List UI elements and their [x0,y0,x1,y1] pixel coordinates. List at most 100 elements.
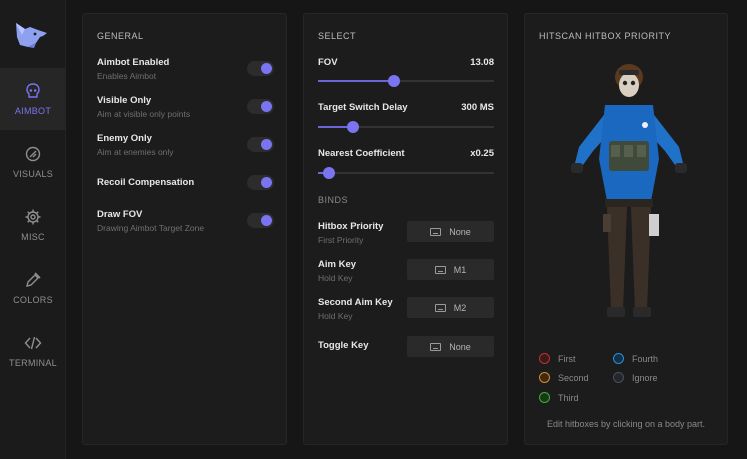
eyedropper-icon [26,272,41,287]
gear-icon [25,209,41,225]
bind-second-aim-key: Second Aim Key Hold Key M2 [318,297,494,321]
fov-slider[interactable] [318,75,494,87]
hitbox-priority-bind-button[interactable]: None [407,221,494,242]
bind-value: M1 [453,264,467,275]
panel-title: HITSCAN HITBOX PRIORITY [539,31,672,41]
toggle-knob [261,139,272,150]
panel-title: GENERAL [97,31,144,41]
recoil-compensation-toggle[interactable] [247,175,274,190]
keyboard-icon [430,342,442,351]
nearest-coefficient-slider-row: Nearest Coefficient x0.25 [318,148,494,179]
aimbot-enabled-toggle[interactable] [247,61,274,76]
toggle-knob [261,63,272,74]
sidebar: AIMBOT VISUALS MISC COLORS TERMINAL [0,0,66,459]
legend-label: Second [558,372,589,383]
right-glove [675,163,687,173]
sidebar-item-label: MISC [21,232,45,242]
legend-label: Third [558,392,579,403]
bind-value: None [449,226,471,237]
visible-only-toggle[interactable] [247,99,274,114]
aim-key-bind-button[interactable]: M1 [407,259,494,280]
setting-recoil-compensation: Recoil Compensation [97,175,274,190]
sidebar-item-aimbot[interactable]: AIMBOT [0,68,66,130]
sidebar-item-label: VISUALS [12,169,54,179]
setting-desc: Enables Aimbot [97,71,157,81]
setting-aimbot-enabled: Aimbot Enabled Enables Aimbot [97,57,274,81]
second-aim-key-bind-button[interactable]: M2 [407,297,494,318]
slider-thumb[interactable] [387,75,400,87]
setting-visible-only: Visible Only Aim at visible only points [97,95,274,119]
legend-dot [613,372,624,383]
hitbox-right-leg[interactable] [631,207,651,309]
setting-desc: Drawing Aimbot Target Zone [97,223,205,233]
bind-toggle-key: Toggle Key None [318,336,494,357]
toggle-key-bind-button[interactable]: None [407,336,494,357]
mask-eye [630,80,636,86]
skull-icon [26,83,40,98]
legend-first[interactable]: First [539,353,576,364]
legend-dot [539,392,550,403]
nearest-coefficient-slider[interactable] [318,167,494,179]
select-panel: SELECT FOV 13.08 Target Switch Delay 300… [303,13,508,445]
keyboard-icon [430,227,442,236]
sidebar-item-visuals[interactable]: VISUALS [0,131,66,193]
legend-second[interactable]: Second [539,372,589,383]
fov-slider-row: FOV 13.08 [318,57,494,87]
wolf-logo-icon [16,23,47,48]
toggle-knob [261,177,272,188]
general-panel: GENERAL Aimbot Enabled Enables Aimbot Vi… [82,13,287,445]
slider-label: FOV [318,57,338,68]
vest-pouch [637,145,646,157]
sidebar-item-label: AIMBOT [14,106,52,116]
legend-dot [539,353,550,364]
sidebar-item-colors[interactable]: COLORS [0,257,66,319]
goggles [619,70,639,75]
vest-pouch [624,145,633,157]
sidebar-item-terminal[interactable]: TERMINAL [0,320,66,382]
thigh-pouch [603,214,611,232]
toggle-knob [261,101,272,112]
character-model[interactable] [549,59,709,324]
sidebar-item-misc[interactable]: MISC [0,194,66,256]
legend-fourth[interactable]: Fourth [613,353,658,364]
enemy-only-toggle[interactable] [247,137,274,152]
target-switch-delay-slider-row: Target Switch Delay 300 MS [318,102,494,133]
eye-icon [25,146,41,162]
setting-desc: Aim at visible only points [97,109,191,119]
hitscan-panel: HITSCAN HITBOX PRIORITY First Fourth Sec… [524,13,728,445]
mask-eye [622,80,628,86]
bind-value: None [449,341,471,352]
legend-third[interactable]: Third [539,392,579,403]
bind-value: M2 [453,302,467,313]
target-switch-delay-slider[interactable] [318,121,494,133]
keyboard-icon [434,265,446,274]
left-boot [607,307,625,317]
hitbox-stomach[interactable] [605,199,653,207]
slider-value: x0.25 [470,148,494,159]
hitbox-hint: Edit hitboxes by clicking on a body part… [546,419,706,429]
legend-ignore[interactable]: Ignore [613,372,658,383]
legend-label: First [558,353,576,364]
slider-value: 13.08 [470,57,494,68]
vest-pouch [611,145,620,157]
bind-aim-key: Aim Key Hold Key M1 [318,259,494,283]
slider-thumb[interactable] [347,121,360,133]
slider-label: Nearest Coefficient [318,148,405,159]
thigh-holster [649,214,659,236]
legend-dot [613,353,624,364]
legend-dot [539,372,550,383]
setting-enemy-only: Enemy Only Aim at enemies only [97,133,274,157]
sidebar-item-label: TERMINAL [9,358,57,368]
setting-desc: Aim at enemies only [97,147,174,157]
slider-value: 300 MS [461,102,494,113]
draw-fov-toggle[interactable] [247,213,274,228]
panel-title: SELECT [318,31,357,41]
bind-hitbox-priority: Hitbox Priority First Priority None [318,221,494,245]
binds-section-title: BINDS [318,195,349,205]
left-glove [571,163,583,173]
legend-label: Fourth [632,353,659,364]
code-icon [24,336,42,350]
sidebar-item-label: COLORS [13,295,53,305]
slider-thumb[interactable] [322,167,335,179]
right-boot [633,307,651,317]
